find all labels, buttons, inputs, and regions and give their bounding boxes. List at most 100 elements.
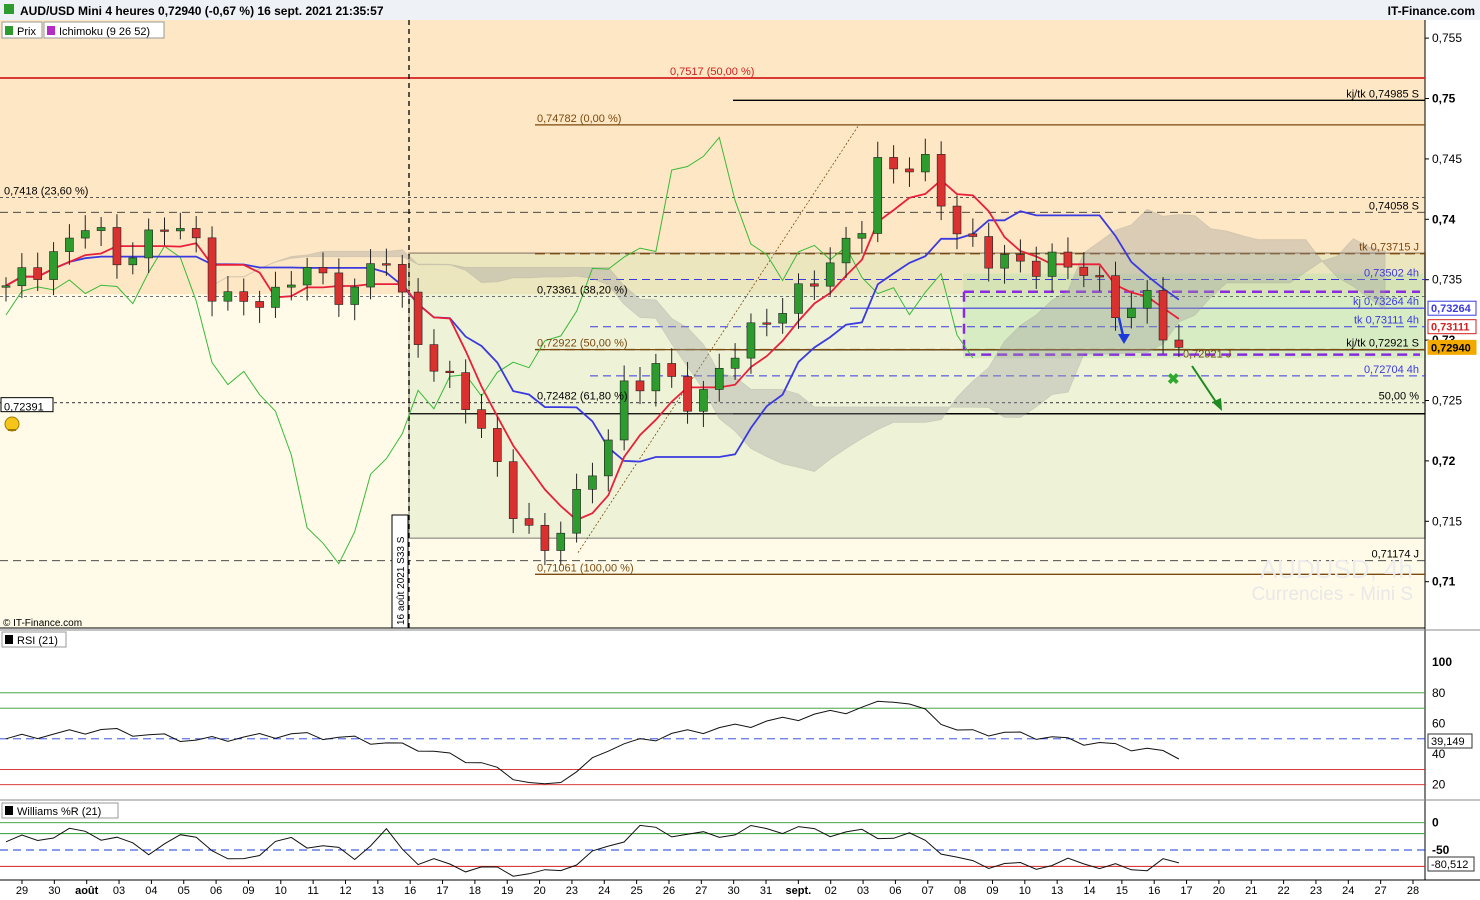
candle-body-21 (334, 272, 344, 305)
level-label-14: 0,72482 (61,80 %) (537, 391, 628, 403)
candle-body-62 (984, 236, 994, 269)
rsi-tick-4: 20 (1432, 778, 1446, 792)
y-tick-label-4: 0,735 (1432, 273, 1462, 287)
candle-body-48 (762, 322, 772, 325)
x-tick-label-29: 08 (954, 885, 966, 897)
alert-bell-icon[interactable] (4, 416, 20, 432)
x-tick-label-4: 04 (145, 885, 157, 897)
candle-body-38 (603, 439, 613, 477)
rsi-legend-label: RSI (21) (17, 635, 58, 647)
candle-body-29 (461, 372, 470, 410)
x-tick-label-19: 25 (631, 885, 643, 897)
candle-body-31 (493, 428, 502, 462)
x-tick-label-42: 27 (1375, 885, 1387, 897)
x-tick-label-9: 11 (307, 885, 318, 897)
svg-text:-80,512: -80,512 (1431, 859, 1468, 871)
candle-body-26 (413, 291, 423, 345)
x-tick-label-28: 07 (922, 885, 934, 897)
candle-body-71 (1127, 307, 1136, 319)
candle-body-12 (191, 228, 201, 239)
candle-body-40 (635, 380, 645, 392)
x-tick-label-0: 29 (16, 885, 28, 897)
candle-body-32 (508, 461, 518, 519)
candle-body-18 (286, 284, 296, 288)
x-tick-label-24: sept. (786, 885, 812, 897)
level-label-11: kj/tk 0,72921 S (1346, 338, 1419, 350)
candle-body-43 (683, 376, 692, 412)
candle-body-63 (1000, 254, 1009, 269)
candle-body-65 (1031, 260, 1041, 277)
x-tick-label-31: 10 (1019, 885, 1031, 897)
x-tick-label-11: 13 (372, 885, 384, 897)
level-label-2: 0,74782 (0,00 %) (537, 113, 621, 125)
candle-body-60 (952, 205, 962, 235)
x-tick-label-14: 18 (469, 885, 481, 897)
y-tick-label-3: 0,74 (1432, 212, 1456, 226)
x-tick-label-38: 21 (1245, 885, 1257, 897)
price-badge-0: 0,73264 (1431, 303, 1472, 315)
candle-body-41 (651, 363, 661, 392)
x-tick-label-34: 15 (1116, 885, 1128, 897)
x-tick-label-21: 27 (695, 885, 707, 897)
williams-last-value-badge: -80,512 (1427, 856, 1475, 872)
rsi-legend-icon (5, 635, 13, 644)
level-label-7: kj 0,73264 4h (1353, 296, 1419, 308)
candle-body-45 (714, 368, 724, 390)
candle-body-49 (778, 313, 787, 324)
candle-body-6 (96, 227, 106, 231)
svg-text:39,149: 39,149 (1431, 736, 1465, 748)
candle-body-58 (920, 154, 930, 173)
x-tick-label-16: 20 (533, 885, 545, 897)
price-badge-1: 0,73111 (1431, 322, 1470, 334)
x-tick-label-10: 12 (339, 885, 351, 897)
candle-body-33 (524, 518, 534, 526)
y-tick-label-6: 0,725 (1432, 393, 1462, 407)
price-badge-2: 0,72940 (1431, 342, 1471, 354)
candle-body-1 (17, 267, 27, 287)
x-tick-label-33: 14 (1083, 885, 1095, 897)
candle-body-55 (873, 157, 883, 234)
candle-body-7 (112, 227, 122, 266)
x-tick-label-17: 23 (566, 885, 578, 897)
x-tick-label-30: 09 (986, 885, 998, 897)
candle-body-69 (1095, 275, 1104, 278)
williams-tick-0: 0 (1432, 816, 1439, 830)
x-tick-label-36: 17 (1180, 885, 1192, 897)
candle-body-61 (968, 233, 978, 237)
williams-tick-1: -50 (1432, 843, 1450, 857)
candle-body-52 (825, 262, 835, 287)
candle-body-0 (1, 285, 11, 288)
candle-body-5 (80, 230, 90, 239)
candle-body-37 (588, 475, 597, 490)
candle-body-17 (271, 286, 280, 308)
candle-body-19 (302, 267, 312, 286)
candle-body-42 (667, 363, 677, 377)
y-tick-label-9: 0,71 (1432, 575, 1456, 589)
level-label-9: tk 0,73111 4h (1354, 315, 1419, 327)
candle-body-24 (382, 263, 391, 266)
candle-body-3 (49, 251, 58, 280)
indicators-layer: 100 80 60 40 20 0 -50 (0, 655, 1452, 877)
ichimoku-legend-label: Ichimoku (9 26 52) (59, 26, 150, 38)
candle-body-8 (128, 257, 138, 266)
candle-body-57 (905, 168, 914, 173)
candle-body-74 (1174, 339, 1184, 348)
y-tick-label-7: 0,72 (1432, 454, 1456, 468)
rsi-last-value-badge: 39,149 (1427, 733, 1473, 749)
rsi-tick-3: 40 (1432, 747, 1446, 761)
candle-body-15 (239, 291, 249, 302)
level-label-15: 50,00 % (1379, 391, 1420, 403)
rsi-tick-2: 60 (1432, 716, 1446, 730)
ichimoku-legend-icon (47, 26, 55, 35)
level-label-6: 0,73502 4h (1364, 267, 1419, 279)
x-tick-label-1: 30 (48, 885, 60, 897)
candle-body-28 (445, 370, 455, 373)
williams-line (5, 824, 1180, 877)
x-tick-label-39: 22 (1277, 885, 1289, 897)
williams-legend-icon (5, 806, 13, 815)
svg-text:16 août 2021 S33 S: 16 août 2021 S33 S (396, 536, 407, 625)
watermark-line2: Currencies - Mini S (1251, 584, 1413, 605)
level-label-0: 0,7517 (50,00 %) (670, 66, 754, 78)
candle-body-14 (223, 291, 233, 302)
x-tick-label-12: 16 (404, 885, 416, 897)
